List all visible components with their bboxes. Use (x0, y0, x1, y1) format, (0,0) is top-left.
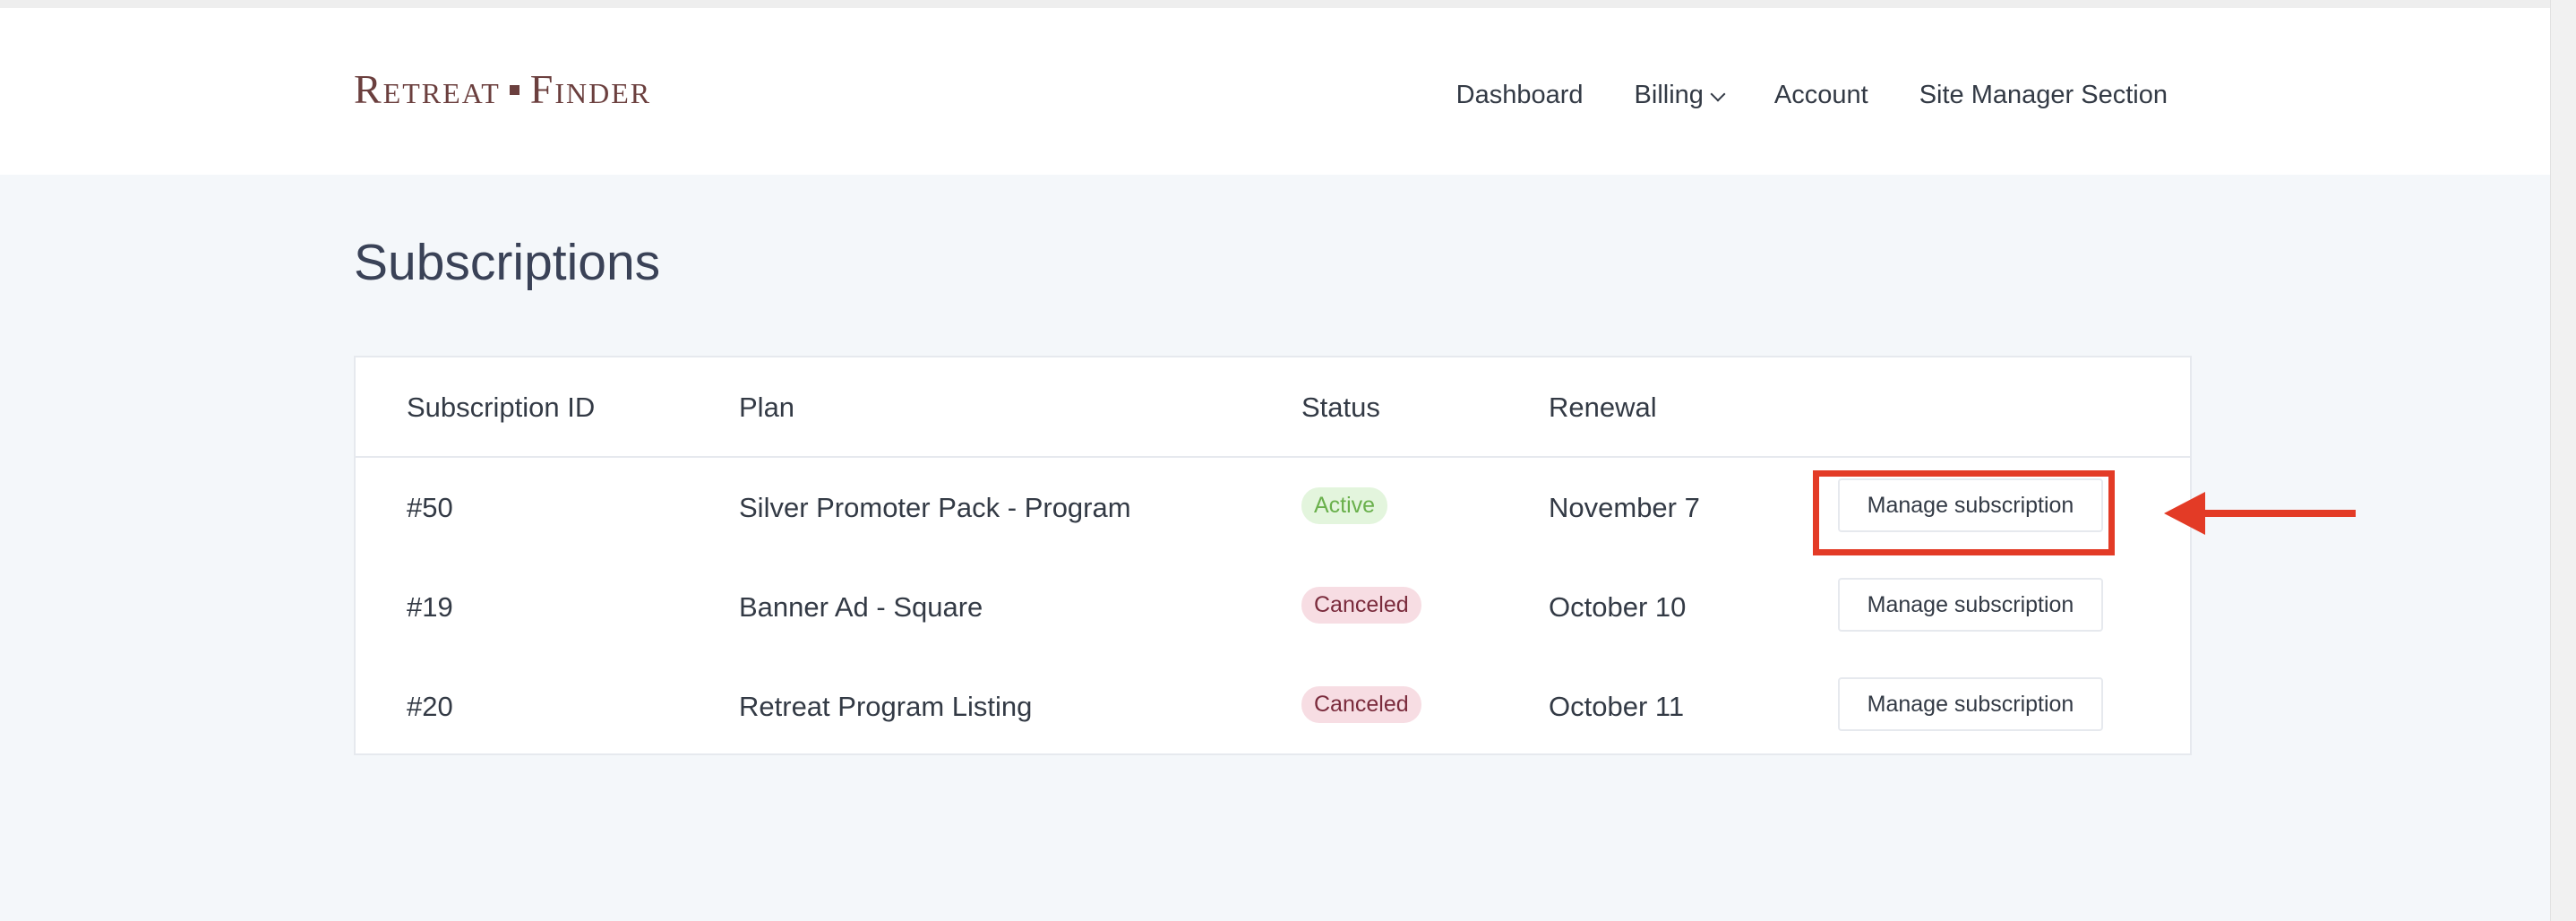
logo-text-right: Finder (529, 66, 652, 112)
subscription-id: #50 (407, 492, 453, 523)
logo-text-left: Retreat (354, 66, 501, 112)
status-badge: Canceled (1301, 686, 1421, 723)
column-header-id: Subscription ID (407, 392, 596, 423)
status-badge: Canceled (1301, 587, 1421, 624)
table-header: Subscription ID Plan Status Renewal (356, 357, 2190, 458)
status-badge: Active (1301, 487, 1388, 524)
main-nav: Dashboard Billing Account Site Manager S… (1456, 81, 2168, 110)
top-strip (0, 0, 2551, 8)
chevron-down-icon (1710, 86, 1726, 101)
nav-site-manager-label: Site Manager Section (1919, 81, 2168, 109)
manage-subscription-button[interactable]: Manage subscription (1838, 677, 2103, 731)
vertical-scrollbar[interactable] (2550, 0, 2576, 921)
renewal-date: October 10 (1549, 591, 1687, 623)
nav-account-label: Account (1773, 81, 1868, 109)
page-title: Subscriptions (354, 234, 661, 291)
renewal-date: November 7 (1549, 492, 1700, 523)
table-row: #20 Retreat Program Listing Canceled Oct… (356, 657, 2190, 756)
nav-dashboard[interactable]: Dashboard (1456, 81, 1584, 110)
subscriptions-table: Subscription ID Plan Status Renewal #50 … (354, 356, 2192, 755)
manage-subscription-button[interactable]: Manage subscription (1838, 578, 2103, 632)
nav-account[interactable]: Account (1774, 81, 1868, 110)
plan-name: Retreat Program Listing (739, 691, 1033, 722)
nav-site-manager[interactable]: Site Manager Section (1919, 81, 2168, 110)
column-header-status: Status (1301, 392, 1380, 423)
plan-name: Banner Ad - Square (739, 591, 983, 623)
nav-billing-label: Billing (1634, 81, 1704, 109)
renewal-date: October 11 (1549, 691, 1685, 722)
nav-dashboard-label: Dashboard (1455, 81, 1584, 109)
subscription-id: #19 (407, 591, 453, 623)
annotation-highlight-box (1813, 470, 2115, 555)
column-header-renewal: Renewal (1549, 392, 1657, 423)
site-header: Retreat Finder Dashboard Billing Account … (0, 8, 2551, 175)
retreat-finder-logo[interactable]: Retreat Finder (354, 69, 651, 110)
logo-separator (509, 84, 519, 95)
nav-billing[interactable]: Billing (1634, 81, 1726, 110)
annotation-arrow-line (2194, 510, 2356, 517)
table-row: #19 Banner Ad - Square Canceled October … (356, 557, 2190, 657)
plan-name: Silver Promoter Pack - Program (739, 492, 1131, 523)
subscription-id: #20 (407, 691, 453, 722)
column-header-plan: Plan (739, 392, 795, 423)
